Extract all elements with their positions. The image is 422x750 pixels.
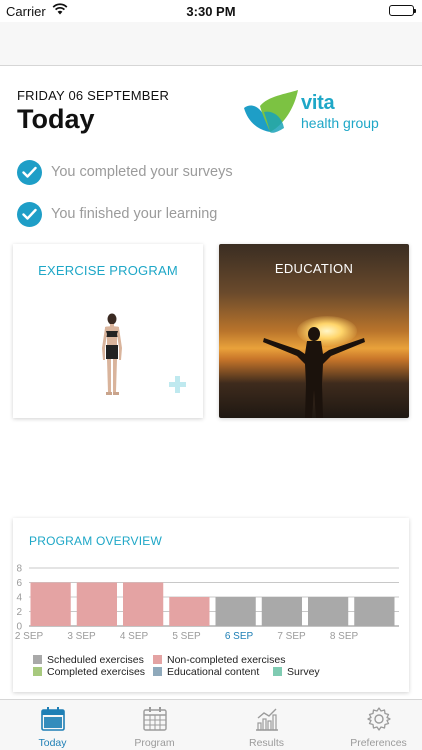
program-overview-card: PROGRAM OVERVIEW 024682 SEP 3 SEP 4 SEP 5 S… (13, 518, 409, 692)
legend-swatch (33, 655, 42, 664)
legend-label: Educational content (167, 666, 260, 678)
x-tick-label: 3 SEP (67, 631, 96, 642)
check-circle-icon (17, 160, 42, 185)
legend-swatch (153, 667, 162, 676)
battery-icon (389, 5, 416, 16)
calendar-today-icon (41, 707, 65, 731)
plus-icon[interactable] (169, 376, 186, 393)
legend-item: Educational content (153, 666, 259, 678)
tab-today-label: Today (38, 737, 67, 749)
tab-results-label: Results (248, 737, 284, 749)
clock: 3:30 PM (186, 4, 236, 19)
chart-bar (308, 597, 349, 626)
legend-item: Completed exercises (33, 666, 145, 678)
legend-swatch (153, 655, 162, 664)
tab-program-label: Program (134, 737, 175, 749)
y-tick-label: 4 (16, 593, 22, 604)
logo-subtitle: health group (301, 115, 379, 131)
y-tick-label: 6 (16, 578, 22, 589)
person-silhouette-image (263, 327, 365, 418)
logo-word: vita (301, 92, 335, 114)
tab-program[interactable]: Program (102, 700, 207, 750)
x-tick-label: 7 SEP (277, 631, 306, 642)
vita-health-logo: vita health group (242, 88, 392, 136)
legend-item: Survey (273, 666, 320, 678)
navigation-bar (0, 22, 422, 66)
education-title: EDUCATION (274, 261, 354, 276)
x-tick-label: 6 SEP (225, 631, 254, 642)
chart-bar (30, 582, 71, 626)
leaf-logo-icon (244, 90, 298, 133)
finished-learning-row: You finished your learning (17, 202, 397, 228)
legend-label: Non-completed exercises (167, 654, 286, 666)
legend-swatch (33, 667, 42, 676)
tab-bar: Today Program Results Preferences (0, 699, 422, 750)
exercise-figure-image (102, 313, 122, 395)
completed-surveys-text: You completed your surveys (51, 164, 233, 180)
finished-learning-text: You finished your learning (51, 206, 218, 222)
chart-bar (123, 582, 164, 626)
check-circle-icon (17, 202, 42, 227)
exercise-program-card[interactable]: EXERCISE PROGRAM (13, 244, 203, 418)
chart-bar (169, 597, 210, 626)
bar-chart-icon (256, 708, 278, 731)
chart-bar (76, 582, 117, 626)
y-tick-label: 2 (16, 607, 22, 618)
legend-label: Survey (287, 666, 320, 678)
calendar-grid-icon (143, 707, 167, 731)
page-title: Today (17, 104, 95, 134)
chart-bar (215, 597, 256, 626)
x-tick-label: 2 SEP (15, 631, 44, 642)
legend-item: Non-completed exercises (153, 654, 285, 666)
tab-preferences-label: Preferences (350, 737, 407, 749)
status-bar: Carrier 3:30 PM (0, 0, 422, 22)
y-tick-label: 8 (16, 564, 22, 575)
tab-results[interactable]: Results (214, 700, 319, 750)
legend-item: Scheduled exercises (33, 654, 144, 666)
legend-label: Scheduled exercises (47, 654, 144, 666)
date-label: FRIDAY 06 SEPTEMBER (17, 88, 170, 103)
x-tick-label: 8 SEP (330, 631, 359, 642)
x-tick-label: 4 SEP (120, 631, 149, 642)
legend-label: Completed exercises (47, 666, 146, 678)
gear-icon (367, 707, 391, 731)
chart-bar (261, 597, 302, 626)
tab-preferences[interactable]: Preferences (326, 700, 422, 750)
tab-today[interactable]: Today (0, 700, 105, 750)
chart-bar (354, 597, 395, 626)
legend-swatch (273, 667, 282, 676)
education-card[interactable]: EDUCATION (219, 244, 409, 418)
program-overview-chart: 024682 SEP 3 SEP 4 SEP 5 SEP 6 SEP 7 SEP 8 SEP (15, 564, 399, 642)
x-tick-label: 5 SEP (172, 631, 201, 642)
completed-surveys-row: You completed your surveys (17, 160, 397, 186)
exercise-program-title: EXERCISE PROGRAM (38, 263, 178, 278)
